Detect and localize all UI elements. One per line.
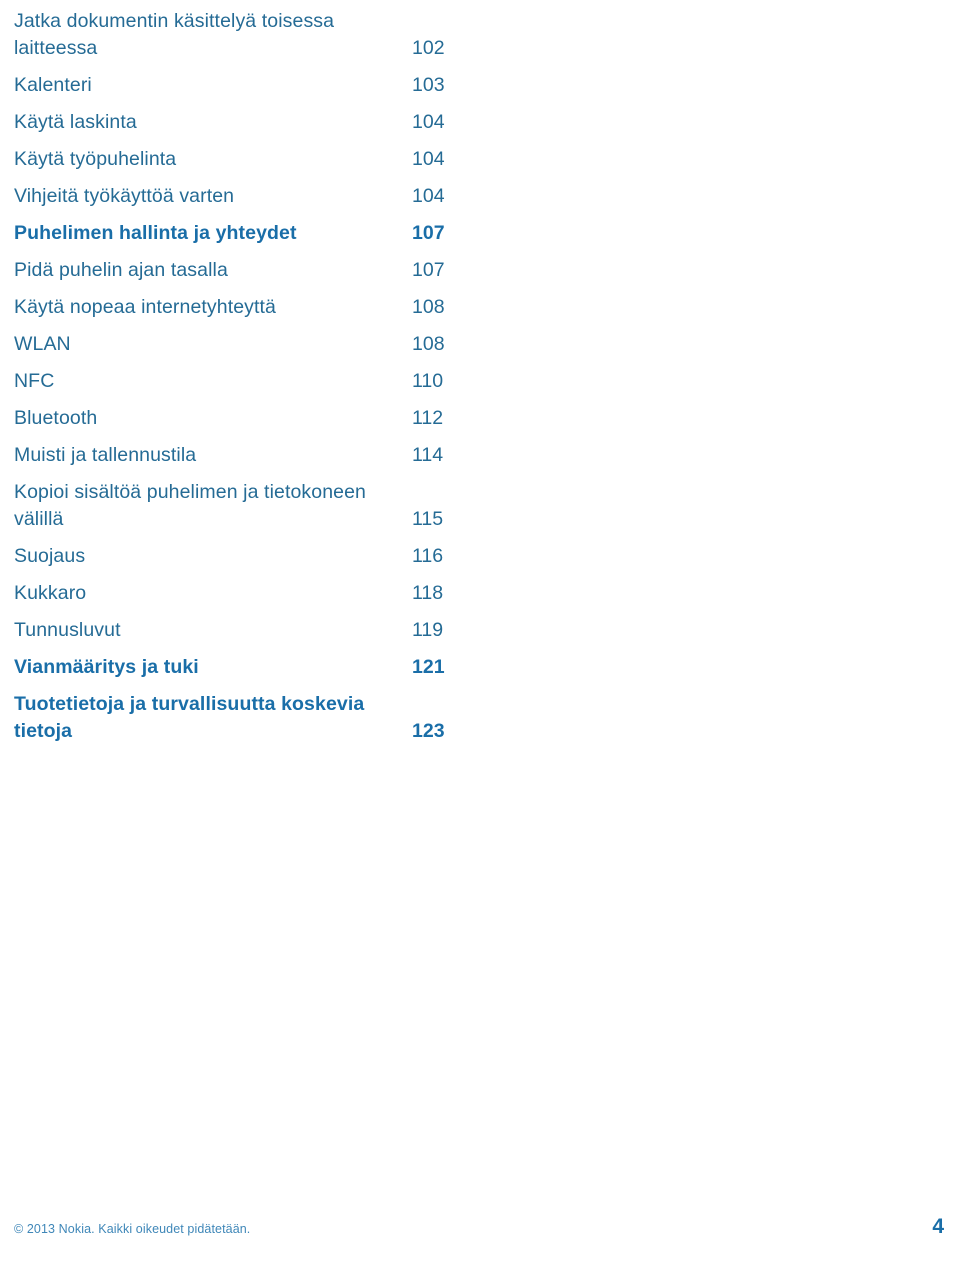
toc-entry-page-number: 107 bbox=[412, 222, 445, 244]
toc-entry-page-number: 108 bbox=[412, 296, 445, 318]
toc-entry[interactable]: Suojaus 116 bbox=[14, 543, 484, 570]
toc-entry[interactable]: Vianmääritys ja tuki 121 bbox=[14, 654, 484, 681]
toc-entry[interactable]: Kalenteri 103 bbox=[14, 72, 484, 99]
toc-entry[interactable]: NFC 110 bbox=[14, 368, 484, 395]
toc-entry-page-number: 112 bbox=[412, 407, 444, 429]
toc-entry-page-number: 108 bbox=[412, 333, 445, 355]
toc-entry-label: Vianmääritys ja tuki bbox=[14, 656, 199, 678]
toc-entry[interactable]: Kukkaro 118 bbox=[14, 580, 484, 607]
toc-entry-page-number: 121 bbox=[412, 656, 445, 678]
toc-entry-label: Tunnusluvut bbox=[14, 619, 121, 641]
table-of-contents: Jatka dokumentin käsittelyä toisessa lai… bbox=[14, 8, 484, 755]
toc-entry-label: Kopioi sisältöä puhelimen ja tietokoneen… bbox=[14, 481, 366, 530]
toc-entry-label: Pidä puhelin ajan tasalla bbox=[14, 259, 228, 281]
toc-entry-label: Vihjeitä työkäyttöä varten bbox=[14, 185, 235, 207]
toc-entry-page-number: 104 bbox=[412, 185, 445, 207]
toc-entry[interactable]: Käytä työpuhelinta 104 bbox=[14, 146, 484, 173]
toc-entry-label: Kukkaro bbox=[14, 582, 87, 604]
copyright-notice: © 2013 Nokia. Kaikki oikeudet pidätetään… bbox=[14, 1222, 251, 1236]
toc-entry-label: Käytä nopeaa internetyhteyttä bbox=[14, 296, 276, 318]
toc-entry-label: NFC bbox=[14, 370, 55, 392]
toc-page: { "document": { "type": "table-of-conten… bbox=[0, 0, 960, 1264]
toc-entry[interactable]: Vihjeitä työkäyttöä varten 104 bbox=[14, 183, 484, 210]
toc-entry-page-number: 104 bbox=[412, 148, 445, 170]
toc-entry-page-number: 116 bbox=[412, 545, 444, 567]
toc-entry-page-number: 110 bbox=[412, 370, 444, 392]
toc-entry[interactable]: Pidä puhelin ajan tasalla 107 bbox=[14, 257, 484, 284]
toc-entry-label: Puhelimen hallinta ja yhteydet bbox=[14, 222, 297, 244]
toc-entry-label: Tuotetietoja ja turvallisuutta koskevia … bbox=[14, 693, 365, 742]
toc-entry-page-number: 103 bbox=[412, 74, 445, 96]
toc-entry-label: Kalenteri bbox=[14, 74, 92, 96]
page-number: 4 bbox=[932, 1215, 944, 1238]
page-footer: © 2013 Nokia. Kaikki oikeudet pidätetään… bbox=[0, 1216, 960, 1246]
toc-entry-label: Bluetooth bbox=[14, 407, 98, 429]
toc-entry[interactable]: Tunnusluvut 119 bbox=[14, 617, 484, 644]
toc-entry-label: Käytä työpuhelinta bbox=[14, 148, 177, 170]
toc-entry-label: WLAN bbox=[14, 333, 71, 355]
toc-entry-page-number: 115 bbox=[412, 508, 444, 530]
toc-entry[interactable]: Käytä laskinta 104 bbox=[14, 109, 484, 136]
toc-entry-page-number: 114 bbox=[412, 444, 444, 466]
toc-entry[interactable]: Jatka dokumentin käsittelyä toisessa lai… bbox=[14, 8, 484, 62]
toc-entry[interactable]: Kopioi sisältöä puhelimen ja tietokoneen… bbox=[14, 479, 484, 533]
toc-entry[interactable]: Muisti ja tallennustila 114 bbox=[14, 442, 484, 469]
toc-entry-page-number: 119 bbox=[412, 619, 444, 641]
toc-entry-page-number: 102 bbox=[412, 37, 445, 59]
toc-entry-page-number: 107 bbox=[412, 259, 445, 281]
toc-entry-label: Suojaus bbox=[14, 545, 86, 567]
toc-entry[interactable]: WLAN 108 bbox=[14, 331, 484, 358]
toc-entry-label: Muisti ja tallennustila bbox=[14, 444, 197, 466]
toc-entry[interactable]: Käytä nopeaa internetyhteyttä 108 bbox=[14, 294, 484, 321]
toc-entry-page-number: 104 bbox=[412, 111, 445, 133]
toc-entry[interactable]: Puhelimen hallinta ja yhteydet 107 bbox=[14, 220, 484, 247]
toc-entry-label: Jatka dokumentin käsittelyä toisessa lai… bbox=[14, 10, 335, 59]
toc-entry-page-number: 118 bbox=[412, 582, 444, 604]
toc-entry-label: Käytä laskinta bbox=[14, 111, 137, 133]
toc-entry-page-number: 123 bbox=[412, 720, 445, 742]
toc-entry[interactable]: Tuotetietoja ja turvallisuutta koskevia … bbox=[14, 691, 484, 745]
toc-entry[interactable]: Bluetooth 112 bbox=[14, 405, 484, 432]
